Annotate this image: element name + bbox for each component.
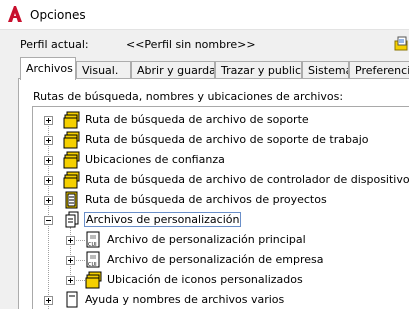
document-stack-icon [65, 211, 79, 228]
collapse-minus-icon[interactable] [44, 216, 53, 225]
tree-item-label: Archivo de personalización principal [107, 233, 306, 246]
tree-item-trusted-locations[interactable]: Ubicaciones de confianza [33, 150, 403, 170]
cui-file-icon: CUI [86, 231, 100, 248]
tree-item-label: Ruta de búsqueda de archivo de controlad… [85, 173, 409, 186]
expand-plus-icon[interactable] [66, 236, 75, 245]
tab-label: Abrir y guardar [137, 64, 215, 77]
tab-strip: Archivos Visual. Abrir y guardar Trazar … [18, 57, 409, 80]
svg-text:CUI: CUI [88, 262, 97, 268]
expand-plus-icon[interactable] [44, 116, 53, 125]
tree-item-project-path[interactable]: Ruta de búsqueda de archivos de proyecto… [33, 190, 403, 210]
folder-stack-icon [63, 111, 80, 129]
tab-preferencias-de-usuario[interactable]: Preferencias de usuario [349, 61, 409, 79]
tab-sistema[interactable]: Sistema [302, 61, 349, 79]
tab-label: Preferencias de usuario [355, 64, 409, 77]
profile-value: <<Perfil sin nombre>> [126, 38, 256, 51]
expand-plus-icon[interactable] [66, 256, 75, 265]
expand-plus-icon[interactable] [66, 276, 75, 285]
expand-plus-icon[interactable] [44, 196, 53, 205]
file-paths-tree[interactable]: Ruta de búsqueda de archivo de soporte R… [32, 106, 409, 309]
autocad-logo-icon [8, 6, 22, 22]
tree-item-label: Archivo de personalización de empresa [107, 253, 324, 266]
tab-visual[interactable]: Visual. [76, 61, 131, 79]
tab-label: Sistema [308, 64, 349, 77]
tree-item-working-support-path[interactable]: Ruta de búsqueda de archivo de soporte d… [33, 130, 403, 150]
tree-item-support-path[interactable]: Ruta de búsqueda de archivo de soporte [33, 110, 403, 130]
expand-plus-icon[interactable] [44, 136, 53, 145]
expand-plus-icon[interactable] [44, 156, 53, 165]
tab-label: Trazar y publicar [221, 64, 302, 77]
folder-stack-icon [85, 271, 102, 289]
tab-abrir-y-guardar[interactable]: Abrir y guardar [131, 61, 215, 79]
tree-item-label: Ruta de búsqueda de archivo de soporte [85, 113, 309, 126]
tree-item-main-customization-file[interactable]: CUI Archivo de personalización principal [33, 230, 403, 250]
expand-plus-icon[interactable] [44, 296, 53, 305]
profile-label: Perfil actual: [20, 38, 89, 51]
tree-item-label: Ubicación de iconos personalizados [107, 273, 303, 286]
folder-stack-icon [63, 131, 80, 149]
tab-archivos[interactable]: Archivos [20, 57, 76, 80]
window-title: Opciones [30, 8, 86, 22]
svg-text:CUI: CUI [88, 242, 97, 248]
tree-item-help-misc-files[interactable]: Ayuda y nombres de archivos varios [33, 290, 403, 309]
project-file-icon [65, 191, 78, 209]
document-icon [66, 291, 78, 308]
tree-item-custom-icons-location[interactable]: Ubicación de iconos personalizados [33, 270, 403, 290]
expand-plus-icon[interactable] [44, 176, 53, 185]
tree-item-label: Ubicaciones de confianza [85, 153, 225, 166]
tree-item-customization-files[interactable]: Archivos de personalización [33, 210, 403, 230]
tree-item-label: Ruta de búsqueda de archivos de proyecto… [85, 193, 327, 206]
tree-item-label: Ayuda y nombres de archivos varios [85, 293, 285, 306]
folder-stack-icon [63, 151, 80, 169]
tab-label: Visual. [82, 64, 119, 77]
section-label: Rutas de búsqueda, nombres y ubicaciones… [33, 90, 344, 103]
tree-item-label-selected: Archivos de personalización [84, 212, 242, 227]
tree-item-label: Ruta de búsqueda de archivo de soporte d… [85, 133, 369, 146]
tree-item-enterprise-customization-file[interactable]: CUI Archivo de personalización de empres… [33, 250, 403, 270]
cui-file-icon: CUI [86, 251, 100, 268]
title-bar: Opciones [0, 0, 409, 30]
folder-stack-icon [63, 171, 80, 189]
tab-trazar-y-publicar[interactable]: Trazar y publicar [215, 61, 302, 79]
tree-item-driver-path[interactable]: Ruta de búsqueda de archivo de controlad… [33, 170, 409, 190]
tab-label: Archivos [26, 62, 73, 75]
drawing-icon [394, 36, 408, 51]
